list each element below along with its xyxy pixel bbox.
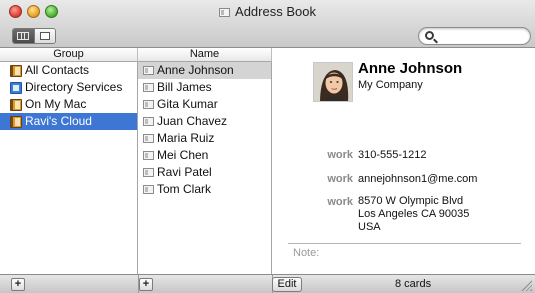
address-value[interactable]: 8570 W Olympic Blvd Los Angeles CA 90035… <box>358 195 469 234</box>
group-item-label: Ravi's Cloud <box>25 114 92 128</box>
contact-photo-image <box>314 63 352 101</box>
address-book-icon <box>10 64 22 77</box>
contact-card-icon <box>143 185 154 194</box>
column-view-button[interactable] <box>13 29 34 43</box>
search-input[interactable] <box>439 29 527 43</box>
contact-name: Anne Johnson <box>157 63 234 77</box>
add-group-button[interactable]: + <box>11 278 25 291</box>
contact-card-icon <box>143 151 154 160</box>
list-item[interactable]: Tom Clark <box>138 181 271 198</box>
contact-full-name: Anne Johnson <box>358 60 463 77</box>
search-field[interactable] <box>418 27 531 45</box>
window-title: Address Book <box>0 4 535 19</box>
list-item[interactable]: Anne Johnson <box>138 62 271 79</box>
edit-button[interactable]: Edit <box>272 277 302 292</box>
contact-name: Ravi Patel <box>157 165 212 179</box>
contact-photo[interactable] <box>313 62 353 102</box>
phone-value[interactable]: 310-555-1212 <box>358 149 427 161</box>
contact-card-icon <box>143 100 154 109</box>
list-item[interactable]: Gita Kumar <box>138 96 271 113</box>
search-icon <box>425 31 434 40</box>
email-value[interactable]: annejohnson1@me.com <box>358 173 477 185</box>
contact-company: My Company <box>358 79 423 91</box>
group-item-all-contacts[interactable]: All Contacts <box>0 62 137 79</box>
bottom-bar: + + Edit 8 cards <box>0 274 535 293</box>
address-line-1: 8570 W Olympic Blvd <box>358 195 464 207</box>
card-view-button[interactable] <box>33 29 55 43</box>
window-title-text: Address Book <box>235 4 316 19</box>
card-icon <box>39 32 50 40</box>
list-item[interactable]: Ravi Patel <box>138 164 271 181</box>
list-item[interactable]: Bill James <box>138 79 271 96</box>
add-contact-button[interactable]: + <box>139 278 153 291</box>
list-item[interactable]: Mei Chen <box>138 147 271 164</box>
note-field[interactable]: Note: <box>293 247 319 259</box>
resize-grip-icon[interactable] <box>521 280 532 291</box>
name-column-header[interactable]: Name <box>138 48 272 62</box>
contact-card-icon <box>143 83 154 92</box>
group-list: All Contacts Directory Services On My Ma… <box>0 62 138 274</box>
contact-card-icon <box>143 168 154 177</box>
contact-card-icon <box>143 66 154 75</box>
list-item[interactable]: Maria Ruiz <box>138 130 271 147</box>
columns-icon <box>17 32 30 40</box>
group-item-directory-services[interactable]: Directory Services <box>0 79 137 96</box>
contact-name: Bill James <box>157 80 212 94</box>
email-label[interactable]: work <box>293 173 353 185</box>
group-item-label: On My Mac <box>25 97 87 111</box>
window-titlebar: Address Book <box>0 0 535 48</box>
address-line-3: USA <box>358 221 381 233</box>
note-divider <box>288 243 521 244</box>
contact-name: Juan Chavez <box>157 114 228 128</box>
group-item-label: Directory Services <box>25 80 123 94</box>
group-item-ravis-cloud[interactable]: Ravi's Cloud <box>0 113 137 130</box>
contact-name: Gita Kumar <box>157 97 218 111</box>
address-book-icon <box>10 115 22 128</box>
contact-card-icon <box>143 134 154 143</box>
group-item-on-my-mac[interactable]: On My Mac <box>0 96 137 113</box>
group-item-label: All Contacts <box>25 63 90 77</box>
phone-label[interactable]: work <box>293 149 353 161</box>
list-item[interactable]: Juan Chavez <box>138 113 271 130</box>
address-line-2: Los Angeles CA 90035 <box>358 208 470 220</box>
address-book-title-icon <box>219 8 231 17</box>
name-list: Anne Johnson Bill James Gita Kumar Juan … <box>138 62 272 274</box>
contact-name: Tom Clark <box>157 182 212 196</box>
directory-icon <box>10 81 22 94</box>
contact-card: Anne Johnson My Company work 310-555-121… <box>272 48 535 274</box>
address-label[interactable]: work <box>293 196 353 208</box>
contact-card-icon <box>143 117 154 126</box>
contact-name: Mei Chen <box>157 148 209 162</box>
group-column-header[interactable]: Group <box>0 48 138 62</box>
contact-name: Maria Ruiz <box>157 131 215 145</box>
view-mode-control <box>12 28 56 44</box>
card-count: 8 cards <box>395 278 432 290</box>
address-book-icon <box>10 98 22 111</box>
